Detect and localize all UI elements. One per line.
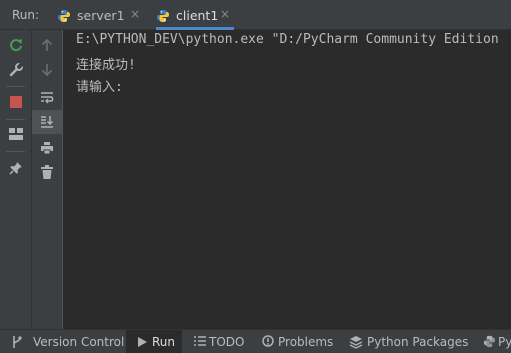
print-icon [41,142,53,155]
packages-icon [349,336,363,349]
tool-window-bar: Version Control Run TODO Problems Python… [0,329,511,353]
console-output[interactable]: E:\PYTHON_DEV\python.exe "D:/PyCharm Com… [63,30,511,330]
next-occurrence-button[interactable] [32,58,62,82]
settings-button[interactable] [0,58,31,82]
console-actions-toolbar [32,30,63,330]
arrow-up-icon [41,38,53,51]
layout-button[interactable] [0,122,31,146]
console-line: 连接成功! [76,58,136,73]
previous-occurrence-button[interactable] [32,33,62,57]
pin-tab-button[interactable] [0,156,31,180]
tab-client1[interactable]: client1 × [156,0,234,30]
tab-label: Problems [278,335,334,349]
console-line: E:\PYTHON_DEV\python.exe "D:/PyCharm Com… [76,32,499,47]
print-button[interactable] [32,136,62,160]
toolbar-divider [6,86,25,87]
stop-icon [9,96,22,108]
run-icon [138,337,147,347]
problems-tab[interactable]: Problems [262,330,338,353]
arrow-down-icon [41,64,53,77]
rerun-icon [9,39,22,52]
problems-icon [262,335,274,347]
console-line: 请输入: [76,80,123,95]
run-tool-window-header: Run: server1 × client1 × [0,0,511,30]
todo-list-icon [194,336,206,346]
toolbar-divider [6,151,25,152]
scroll-to-end-icon [41,116,54,128]
tab-label: Version Control [33,335,125,349]
tab-label: Py [498,335,511,349]
tab-server1[interactable]: server1 × [57,0,143,30]
soft-wrap-icon [41,92,54,104]
python-file-icon [57,8,71,27]
scroll-to-end-button[interactable] [32,110,62,134]
rerun-button[interactable] [0,33,31,57]
python-console-tab[interactable]: Py [483,330,511,353]
tab-label: server1 [77,8,125,23]
tab-label: Python Packages [367,335,469,349]
tab-label: client1 [176,8,219,23]
todo-tab[interactable]: TODO [194,330,254,353]
python-console-icon [483,335,496,348]
run-actions-toolbar [0,30,32,330]
version-control-tab[interactable]: Version Control [10,330,125,353]
layout-icon [8,128,23,140]
run-label: Run: [12,8,40,22]
clear-all-button[interactable] [32,160,62,184]
trash-icon [41,165,53,179]
wrench-icon [9,62,24,77]
toolbar-divider [6,119,25,120]
python-file-icon [156,8,170,27]
pin-icon [8,162,22,175]
soft-wrap-button[interactable] [32,85,62,109]
branch-icon [13,336,22,348]
tab-label: Run [152,335,176,349]
tab-label: TODO [209,335,245,349]
close-icon[interactable]: × [130,7,140,21]
python-packages-tab[interactable]: Python Packages [349,330,469,353]
stop-button[interactable] [0,90,31,114]
run-tab[interactable]: Run [126,330,182,353]
close-icon[interactable]: × [220,7,230,21]
